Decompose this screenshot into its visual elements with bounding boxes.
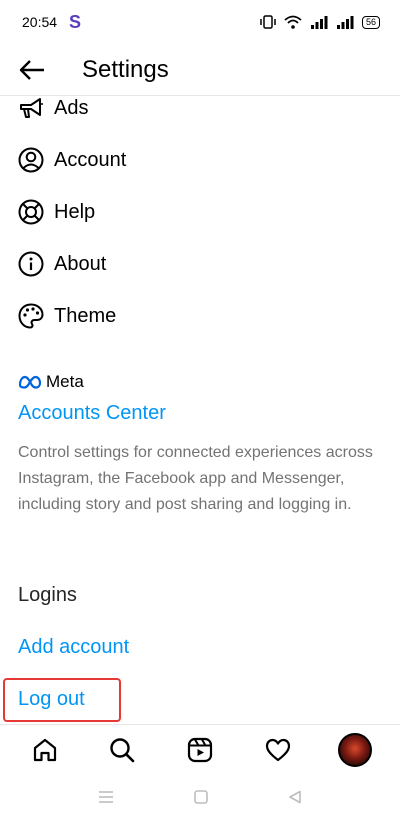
- meta-logo: Meta: [18, 372, 84, 392]
- menu-item-help[interactable]: Help: [0, 186, 400, 238]
- status-bar: 20:54 S 56: [0, 0, 400, 44]
- system-nav-bar: [0, 774, 400, 820]
- accounts-center-link[interactable]: Accounts Center: [18, 402, 166, 425]
- back-button[interactable]: [2, 44, 62, 96]
- search-icon: [110, 737, 135, 762]
- menu-item-ads[interactable]: Ads: [0, 96, 400, 134]
- menu-item-label: Ads: [54, 96, 89, 119]
- app-header: Settings: [0, 44, 400, 96]
- back-arrow-icon: [19, 59, 44, 80]
- menu-item-label: Help: [54, 200, 96, 223]
- status-time: 20:54: [22, 14, 58, 30]
- menu-item-label: About: [54, 252, 107, 275]
- wifi-icon: [284, 15, 302, 29]
- info-icon: [17, 250, 45, 278]
- megaphone-icon: [17, 96, 45, 122]
- tab-reels[interactable]: [180, 730, 220, 770]
- menu-item-theme[interactable]: Theme: [0, 290, 400, 342]
- add-account-link[interactable]: Add account: [18, 636, 129, 659]
- accounts-center-description: Control settings for connected experienc…: [18, 444, 373, 513]
- lifebuoy-icon: [17, 198, 45, 226]
- logins-heading: Logins: [18, 584, 77, 606]
- account-circle-icon: [17, 146, 45, 174]
- app-badge-icon: S: [69, 11, 82, 32]
- tab-search[interactable]: [102, 730, 142, 770]
- page-title: Settings: [82, 55, 169, 83]
- menu-lines-icon[interactable]: [98, 790, 114, 804]
- menu-item-about[interactable]: About: [0, 238, 400, 290]
- reels-icon: [187, 737, 213, 762]
- tab-home[interactable]: [25, 730, 65, 770]
- home-square-icon[interactable]: [194, 790, 208, 804]
- signal-icon: [310, 16, 328, 29]
- meta-logo-text: Meta: [46, 372, 84, 391]
- tab-activity[interactable]: [258, 730, 298, 770]
- settings-content: Ads Account Help About Theme Meta Accoun…: [0, 96, 400, 724]
- heart-icon: [265, 738, 290, 761]
- bottom-tab-bar: [0, 724, 400, 774]
- tab-profile[interactable]: [335, 730, 375, 770]
- palette-icon: [17, 302, 45, 330]
- home-icon: [33, 738, 56, 761]
- menu-item-label: Account: [54, 148, 127, 171]
- meta-infinity-icon: [18, 375, 42, 389]
- menu-item-account[interactable]: Account: [0, 134, 400, 186]
- back-triangle-icon[interactable]: [288, 790, 302, 804]
- signal-icon: [336, 16, 354, 29]
- battery-icon: 56: [361, 15, 380, 29]
- menu-item-label: Theme: [54, 304, 117, 327]
- vibrate-icon: [260, 15, 276, 29]
- logout-link[interactable]: Log out: [18, 688, 85, 711]
- avatar: [338, 732, 373, 767]
